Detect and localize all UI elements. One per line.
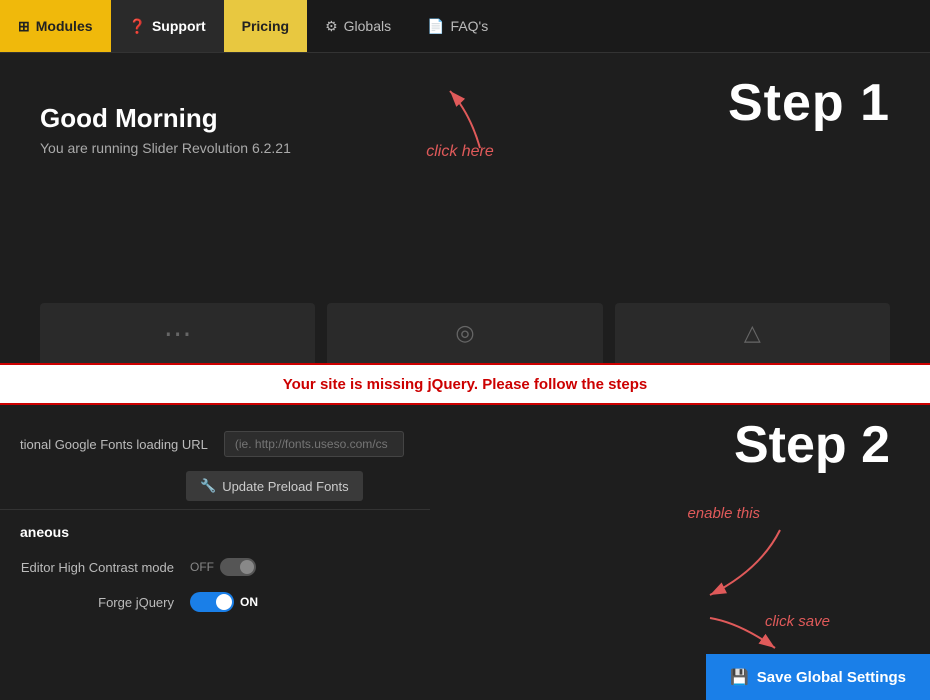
settings-panel: tional Google Fonts loading URL 🔧 Update… [0,405,430,620]
card-2-icon: ◎ [455,320,474,346]
toggle-on-switch[interactable] [190,592,234,612]
click-here-annotation: click here [360,83,560,161]
divider [0,509,430,510]
update-fonts-label: Update Preload Fonts [222,479,348,494]
wrench-icon: 🔧 [200,478,216,494]
fonts-url-input[interactable] [224,431,404,457]
tab-faqs-label: FAQ's [451,18,489,34]
tab-support-label: Support [152,18,206,34]
warning-banner: Your site is missing jQuery. Please foll… [0,363,930,405]
card-1: ⋯ [40,303,315,363]
step1-label: Step 1 [728,73,890,133]
save-global-settings-button[interactable]: 💾 Save Global Settings [706,654,930,700]
forge-jquery-toggle[interactable]: ON [190,592,258,612]
forge-jquery-value: ON [240,595,258,609]
card-row: ⋯ ◎ △ [40,303,890,363]
tab-pricing-label: Pricing [242,18,289,34]
support-icon: ❓ [129,18,146,35]
globals-icon: ⚙ [325,18,338,35]
step2-label: Step 2 [734,415,890,475]
toggle-off-switch[interactable] [220,558,256,576]
warning-text: Your site is missing jQuery. Please foll… [283,376,648,393]
card-3: △ [615,303,890,363]
step1-area: Step 1 Good Morning You are running Slid… [0,53,930,363]
tab-modules-label: Modules [36,18,93,34]
tab-pricing[interactable]: Pricing [224,0,307,52]
faqs-icon: 📄 [427,18,444,35]
section-title: aneous [0,514,430,550]
forge-jquery-label: Forge jQuery [20,595,190,610]
save-icon: 💾 [730,668,749,686]
update-fonts-button[interactable]: 🔧 Update Preload Fonts [186,471,363,501]
save-btn-label: Save Global Settings [757,669,906,686]
arrow-to-save [690,613,790,658]
tab-globals[interactable]: ⚙ Globals [307,0,409,52]
arrow-to-toggle [680,520,800,610]
tab-globals-label: Globals [344,18,391,34]
card-1-icon: ⋯ [164,317,192,350]
high-contrast-row: Editor High Contrast mode OFF [0,550,430,584]
arrow-to-globals [420,83,500,153]
high-contrast-value: OFF [190,560,214,574]
tab-faqs[interactable]: 📄 FAQ's [409,0,506,52]
tab-modules[interactable]: ⊞ Modules [0,0,111,52]
high-contrast-label: Editor High Contrast mode [20,560,190,575]
forge-jquery-row: Forge jQuery ON [0,584,430,620]
modules-icon: ⊞ [18,18,30,35]
fonts-url-row: tional Google Fonts loading URL [0,425,430,463]
high-contrast-toggle[interactable]: OFF [190,558,256,576]
fonts-url-label: tional Google Fonts loading URL [20,437,224,452]
tab-support[interactable]: ❓ Support [111,0,224,52]
card-3-icon: △ [744,320,761,346]
card-2: ◎ [327,303,602,363]
top-nav: ⊞ Modules ❓ Support Pricing ⚙ Globals 📄 … [0,0,930,53]
step2-area: Step 2 tional Google Fonts loading URL 🔧… [0,405,930,700]
